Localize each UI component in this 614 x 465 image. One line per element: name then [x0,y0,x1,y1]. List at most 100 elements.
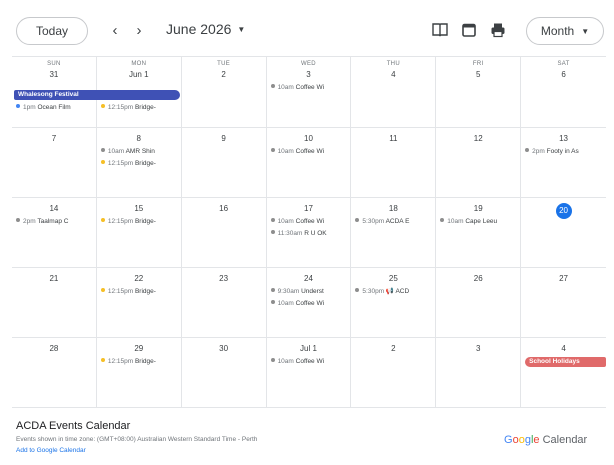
event-chip[interactable]: 12:15pm Bridge- [97,287,181,297]
day-number[interactable]: 21 [12,273,96,285]
day-cell[interactable]: 27 [521,267,606,337]
event-chip[interactable]: 5:30pm 📢 ACD [351,287,435,297]
day-cell[interactable]: 23 [182,267,267,337]
day-number[interactable]: 12 [436,133,520,145]
day-number[interactable]: 28 [12,343,96,355]
day-number[interactable]: 7 [12,133,96,145]
day-cell[interactable]: 16 [182,197,267,267]
day-cell[interactable]: 14 2pm Taalmap C [12,197,97,267]
day-cell[interactable]: Jul 1 10am Coffee Wi [267,337,352,407]
calendar-view-icon[interactable] [460,21,478,39]
day-number[interactable]: 4 [521,343,606,355]
day-number[interactable]: 27 [521,273,606,285]
day-number[interactable]: 2 [182,69,266,81]
day-cell[interactable]: 7 [12,127,97,197]
day-cell[interactable]: 8 10am AMR Shin 12:15pm Bridge- [97,127,182,197]
event-chip[interactable]: 12:15pm Bridge- [97,217,181,227]
day-number[interactable]: 18 [351,203,435,215]
event-chip[interactable]: 11:30am R U OK [267,229,351,239]
chevron-right-icon[interactable]: › [130,19,148,41]
day-number[interactable]: 13 [521,133,606,145]
today-indicator[interactable]: 20 [555,203,572,219]
day-cell[interactable]: 24 9:30am Underst 10am Coffee Wi [267,267,352,337]
month-title[interactable]: June 2026 ▼ [166,21,245,37]
day-cell[interactable]: 4 [521,337,606,407]
day-cell[interactable]: THU 4 [351,57,437,127]
day-cell[interactable]: 30 [182,337,267,407]
agenda-view-icon[interactable] [431,21,449,39]
day-cell[interactable]: 3 [436,337,522,407]
chevron-left-icon[interactable]: ‹ [106,19,124,41]
day-number[interactable]: 24 [267,273,351,285]
day-cell[interactable]: 18 5:30pm ACDA E [351,197,437,267]
day-number[interactable]: 4 [351,69,435,81]
day-number[interactable]: 6 [521,69,606,81]
day-cell[interactable]: 9 [182,127,267,197]
day-number[interactable]: 17 [267,203,351,215]
event-chip[interactable]: 2pm Taalmap C [12,217,96,227]
event-banner[interactable]: School Holidays [525,357,606,367]
day-number[interactable]: 8 [97,133,181,145]
day-number[interactable]: Jun 1 [97,69,181,81]
day-cell[interactable]: TUE 2 [182,57,267,127]
day-cell[interactable]: 28 [12,337,97,407]
day-cell[interactable]: 21 [12,267,97,337]
day-cell[interactable]: 11 [351,127,437,197]
day-cell[interactable]: 25 5:30pm 📢 ACD [351,267,437,337]
day-number[interactable]: 16 [182,203,266,215]
day-number[interactable]: 26 [436,273,520,285]
event-chip[interactable]: 1pm Ocean Film [12,103,97,113]
event-chip[interactable]: 10am Coffee Wi [267,357,351,367]
day-number[interactable]: 30 [182,343,266,355]
day-number[interactable]: 22 [97,273,181,285]
day-number[interactable]: 3 [267,69,351,81]
event-chip[interactable]: 10am Cape Leeu [436,217,520,227]
event-chip[interactable]: 12:15pm Bridge- [97,357,181,367]
print-icon[interactable] [489,21,507,39]
day-number[interactable]: 3 [436,343,520,355]
event-chip[interactable]: 10am AMR Shin [97,147,181,157]
day-cell[interactable]: 15 12:15pm Bridge- [97,197,182,267]
day-number[interactable]: 11 [351,133,435,145]
event-chip[interactable]: 10am Coffee Wi [267,299,351,309]
event-banner[interactable]: Whalesong Festival [14,90,180,100]
day-cell[interactable]: 19 10am Cape Leeu [436,197,522,267]
today-button[interactable]: Today [16,17,88,45]
day-cell[interactable]: 13 2pm Footy in As [521,127,606,197]
event-chip[interactable]: 9:30am Underst [267,287,351,297]
day-number[interactable]: 19 [436,203,520,215]
day-number[interactable]: 10 [267,133,351,145]
add-to-google-calendar-link[interactable]: Add to Google Calendar [16,447,86,454]
day-cell[interactable]: SAT 6 [521,57,606,127]
day-cell[interactable]: 17 10am Coffee Wi 11:30am R U OK [267,197,352,267]
day-number[interactable]: 5 [436,69,520,81]
day-cell[interactable]: 10 10am Coffee Wi [267,127,352,197]
day-number[interactable]: 29 [97,343,181,355]
day-number[interactable]: 14 [12,203,96,215]
day-number[interactable]: 23 [182,273,266,285]
google-calendar-logo[interactable]: Google Calendar [504,434,587,446]
day-number[interactable]: 15 [97,203,181,215]
event-chip[interactable]: 10am Coffee Wi [267,147,351,157]
day-number[interactable]: Jul 1 [267,343,351,355]
day-number[interactable]: 25 [351,273,435,285]
event-chip[interactable]: 5:30pm ACDA E [351,217,435,227]
event-chip[interactable]: 10am Coffee Wi [267,217,351,227]
day-cell[interactable]: 22 12:15pm Bridge- [97,267,182,337]
day-number[interactable]: 20 [521,203,606,219]
day-cell[interactable]: 12 [436,127,522,197]
event-chip[interactable]: 2pm Footy in As [521,147,606,157]
event-chip[interactable]: 12:15pm Bridge- [97,103,182,113]
day-cell[interactable]: 29 12:15pm Bridge- [97,337,182,407]
event-chip[interactable]: 12:15pm Bridge- [97,159,181,169]
event-chip[interactable]: 10am Coffee Wi [267,83,351,93]
day-cell[interactable]: WED 3 10am Coffee Wi [267,57,352,127]
day-cell[interactable]: 26 [436,267,522,337]
day-number[interactable]: 31 [12,69,96,81]
day-cell[interactable]: 2 [351,337,437,407]
day-number[interactable]: 9 [182,133,266,145]
day-cell[interactable]: FRI 5 [436,57,522,127]
day-number[interactable]: 2 [351,343,435,355]
view-selector[interactable]: Month ▼ [526,17,604,45]
day-cell[interactable]: 20 [521,197,606,267]
